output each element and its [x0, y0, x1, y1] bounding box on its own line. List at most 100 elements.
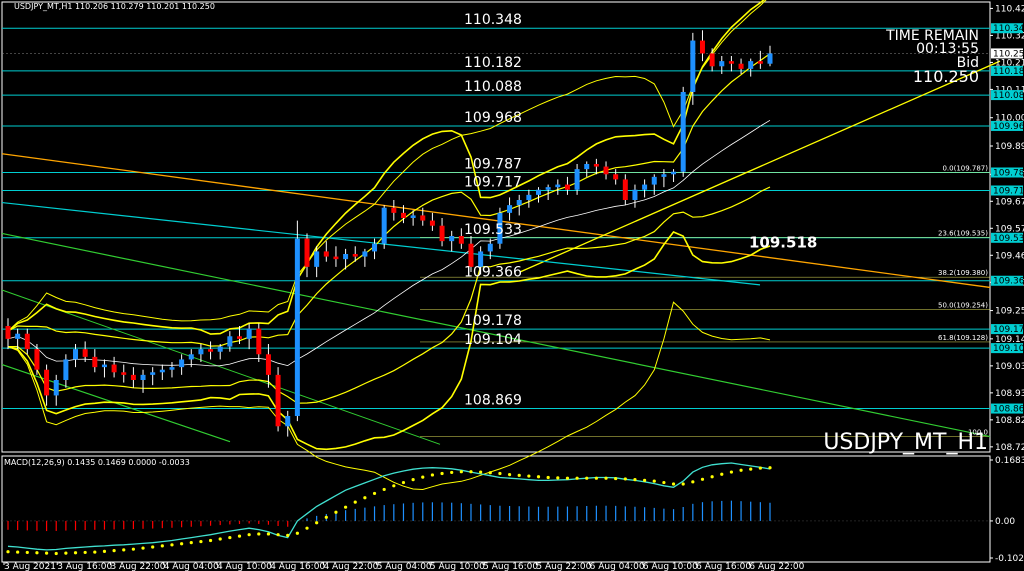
candle-body: [767, 53, 773, 64]
macd-signal-dot: [180, 542, 184, 546]
time-tick-label: 6 Aug 10:00: [643, 562, 698, 571]
candle-body: [468, 243, 474, 267]
macd-signal-dot: [604, 476, 608, 480]
price-tick-label: 109.570: [995, 224, 1024, 234]
macd-signal-dot: [440, 471, 444, 476]
candle-body: [140, 374, 146, 380]
macd-signal-dot: [247, 533, 251, 537]
macd-signal-dot: [257, 532, 261, 536]
candle-body: [613, 174, 619, 180]
candle-body: [728, 61, 734, 64]
candle-body: [34, 349, 40, 370]
macd-signal-dot: [498, 471, 502, 476]
time-tick-label: 5 Aug 16:00: [483, 562, 538, 571]
time-tick-label: 3 Aug 2021: [4, 562, 56, 571]
candle-body: [159, 369, 165, 373]
bid-value: 110.250: [913, 67, 979, 86]
macd-signal-dot: [141, 546, 145, 550]
candle-body: [188, 354, 194, 360]
candle-body: [748, 61, 754, 69]
price-tick-label: 109.675: [995, 197, 1024, 207]
candle-body: [101, 364, 107, 368]
sr-level-label: 109.717: [464, 174, 522, 190]
macd-signal-dot: [228, 535, 232, 540]
candle-body: [516, 200, 522, 206]
price-tick-label: 109.890: [995, 142, 1024, 152]
macd-signal-dot: [479, 470, 483, 474]
macd-signal-dot: [681, 482, 685, 486]
macd-signal-dot: [112, 549, 116, 553]
macd-signal-dot: [305, 526, 309, 530]
macd-signal-dot: [218, 537, 222, 541]
macd-signal-dot: [430, 473, 435, 477]
candle-body: [352, 254, 358, 257]
macd-signal-dot: [324, 515, 328, 519]
candle-body: [275, 374, 281, 427]
candle-body: [294, 238, 300, 416]
macd-signal-dot: [25, 550, 29, 555]
fib-level-label: 38.2(109.380): [938, 269, 988, 277]
candle-body: [285, 416, 291, 427]
candle-body: [304, 238, 310, 267]
macd-signal-dot: [488, 471, 492, 475]
time-tick-label: 6 Aug 16:00: [696, 562, 751, 571]
macd-signal-dot: [517, 473, 521, 477]
candle-body: [555, 184, 561, 188]
macd-header: MACD(12,26,9) 0.1435 0.1469 0.0000 -0.00…: [4, 458, 190, 467]
price-tick-label: 109.035: [995, 362, 1024, 372]
macd-signal-dot: [643, 478, 647, 482]
candle-body: [545, 187, 551, 190]
macd-signal-dot: [54, 551, 58, 556]
fib-level-label: 0.0(109.787): [942, 164, 988, 172]
macd-tick-label: -0.1024: [995, 554, 1024, 564]
sr-level-label: 109.104: [464, 332, 522, 348]
sr-level-label: 109.787: [464, 156, 522, 172]
sr-level-tag-label: 109.178: [993, 325, 1024, 335]
macd-signal-dot: [749, 467, 753, 471]
macd-signal-dot: [585, 476, 589, 480]
macd-signal-dot: [575, 476, 579, 480]
macd-signal-dot: [469, 470, 473, 474]
candle-body: [82, 349, 88, 357]
candle-body: [661, 174, 667, 177]
macd-tick-label: 0.1683: [995, 456, 1024, 466]
macd-signal-dot: [459, 470, 463, 474]
candle-body: [343, 254, 349, 260]
candle-body: [671, 171, 677, 175]
macd-signal-dot: [700, 477, 705, 481]
time-tick-label: 5 Aug 04:00: [377, 562, 432, 571]
candle-body: [314, 251, 320, 267]
macd-signal-dot: [6, 550, 10, 554]
macd-signal-dot: [720, 472, 724, 476]
macd-signal-dot: [691, 480, 695, 484]
macd-signal-dot: [556, 476, 560, 480]
time-tick-label: 3 Aug 16:00: [57, 562, 112, 571]
macd-signal-dot: [334, 510, 338, 514]
time-tick-label: 6 Aug 04:00: [590, 562, 645, 571]
macd-signal-dot: [527, 474, 531, 478]
candle-body: [400, 212, 406, 218]
macd-signal-dot: [382, 487, 386, 492]
macd-signal-dot: [662, 480, 666, 485]
macd-signal-dot: [73, 551, 78, 555]
candle-body: [690, 40, 696, 92]
time-tick-label: 4 Aug 16:00: [270, 562, 325, 571]
macd-signal-dot: [83, 550, 87, 555]
candle-body: [53, 380, 59, 396]
candle-body: [632, 189, 638, 200]
candle-body: [699, 40, 705, 54]
candle-body: [217, 346, 223, 352]
sr-level-label: 110.348: [464, 12, 522, 28]
macd-signal-dot: [189, 541, 193, 545]
macd-signal-dot: [372, 491, 377, 496]
price-annotation: 109.518: [749, 234, 817, 252]
time-tick-label: 4 Aug 04:00: [164, 562, 219, 571]
price-tick-label: 109.465: [995, 251, 1024, 261]
macd-signal-dot: [16, 550, 20, 554]
candle-body: [333, 256, 339, 260]
candle-body: [362, 251, 368, 257]
candle-body: [246, 328, 252, 339]
macd-signal-dot: [93, 550, 97, 554]
sr-level-tag-label: 109.968: [993, 122, 1024, 132]
price-tick-label: 108.930: [995, 389, 1024, 399]
